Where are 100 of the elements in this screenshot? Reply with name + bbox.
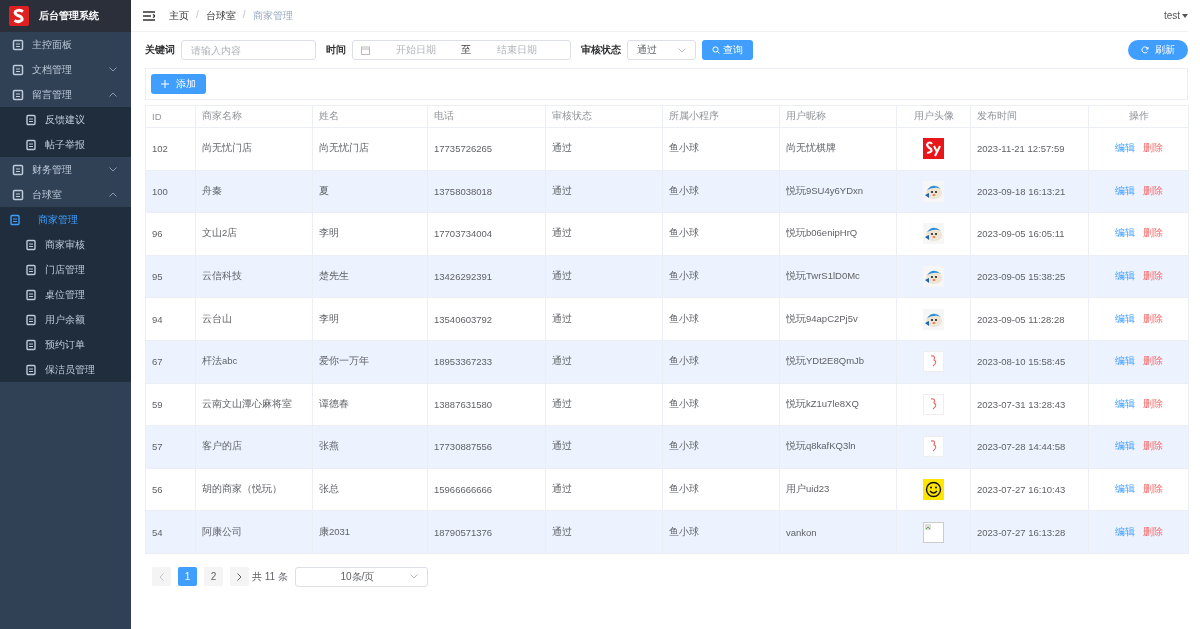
edit-link[interactable]: 编辑 xyxy=(1114,227,1135,239)
delete-link[interactable]: 删除 xyxy=(1142,184,1163,196)
column-header: 用户昵称 xyxy=(779,105,897,128)
submenu-item[interactable]: 门店管理 xyxy=(0,257,131,282)
table-cell: 通过 xyxy=(545,297,663,341)
edit-link[interactable]: 编辑 xyxy=(1114,440,1135,452)
table-cell: 17730887556 xyxy=(427,425,546,469)
table-cell: 18790571376 xyxy=(427,510,546,554)
delete-link[interactable]: 删除 xyxy=(1142,355,1163,367)
submenu-item[interactable]: 保洁员管理 xyxy=(0,357,131,382)
edit-link[interactable]: 编辑 xyxy=(1114,270,1135,282)
menu-item[interactable]: 留言管理 xyxy=(0,82,131,107)
menu-icon xyxy=(25,113,37,126)
table-cell: 鱼小球 xyxy=(662,170,780,213)
table-cell: 鱼小球 xyxy=(662,297,780,341)
search-button[interactable]: 查询 xyxy=(702,40,753,60)
menu-item[interactable]: 财务管理 xyxy=(0,157,131,182)
menu-icon xyxy=(25,238,37,251)
edit-link[interactable]: 编辑 xyxy=(1114,355,1135,367)
menu-icon xyxy=(12,38,24,51)
delete-link[interactable]: 删除 xyxy=(1142,312,1163,324)
breadcrumb-link[interactable]: 台球室 xyxy=(205,8,236,23)
edit-link[interactable]: 编辑 xyxy=(1114,142,1135,154)
menu-icon[interactable] xyxy=(143,10,155,21)
menu-icon xyxy=(25,363,37,376)
table-cell: 夏 xyxy=(312,170,428,213)
submenu-item[interactable]: 帖子举报 xyxy=(0,132,131,157)
table-cell: 通过 xyxy=(545,255,663,298)
submenu-item[interactable]: 用户余额 xyxy=(0,307,131,332)
add-button[interactable]: 添加 xyxy=(151,74,206,94)
column-header: 商家名称 xyxy=(195,105,313,128)
submenu-item[interactable]: 商家审核 xyxy=(0,232,131,257)
table-cell: 13540603792 xyxy=(427,297,546,341)
table-cell: 2023-08-10 15:58:45 xyxy=(970,340,1089,384)
page-button[interactable]: 1 xyxy=(178,567,197,587)
table-cell: 悦玩YDt2E8QmJb xyxy=(779,340,897,384)
table-cell: 96 xyxy=(145,212,196,256)
menu-item[interactable]: 台球室 xyxy=(0,182,131,207)
delete-link[interactable]: 删除 xyxy=(1142,440,1163,452)
edit-link[interactable]: 编辑 xyxy=(1114,483,1135,495)
caret-icon[interactable] xyxy=(1182,13,1188,18)
delete-link[interactable]: 删除 xyxy=(1142,525,1163,537)
date-range-field[interactable]: 开始日期 至 结束日期 xyxy=(352,40,571,60)
table-cell: 李明 xyxy=(312,297,428,341)
menu-icon xyxy=(12,88,24,101)
table-cell: 95 xyxy=(145,255,196,298)
delete-link[interactable]: 删除 xyxy=(1142,397,1163,409)
breadcrumb-separator: / xyxy=(242,8,246,22)
edit-link[interactable]: 编辑 xyxy=(1114,525,1135,537)
refresh-button[interactable]: 刷新 xyxy=(1128,40,1188,60)
menu-item[interactable]: 主控面板 xyxy=(0,32,131,57)
table-cell: 通过 xyxy=(545,170,663,213)
table-cell: 鱼小球 xyxy=(662,425,780,469)
table-cell: 鱼小球 xyxy=(662,383,780,426)
table-cell: 李明 xyxy=(312,212,428,256)
submenu-item[interactable]: 反馈建议 xyxy=(0,107,131,132)
column-header: 操作 xyxy=(1088,105,1189,128)
submenu-item[interactable]: 商家管理 xyxy=(0,207,87,232)
table-cell: 尚无忧门店 xyxy=(312,127,428,171)
table-cell: 13758038018 xyxy=(427,170,546,213)
refresh-icon xyxy=(1141,46,1149,54)
user-name[interactable]: test xyxy=(1163,10,1180,21)
delete-link[interactable]: 删除 xyxy=(1142,142,1163,154)
table-cell: 94 xyxy=(145,297,196,341)
column-header: 审核状态 xyxy=(545,105,663,128)
submenu-item[interactable]: 预约订单 xyxy=(0,332,131,357)
table-cell: 鱼小球 xyxy=(662,468,780,511)
table-cell: 通过 xyxy=(545,340,663,384)
submenu-item[interactable]: 桌位管理 xyxy=(0,282,131,307)
delete-link[interactable]: 删除 xyxy=(1142,270,1163,282)
menu-icon xyxy=(12,188,24,201)
table-cell: 2023-09-05 15:38:25 xyxy=(970,255,1089,298)
table-cell: 鱼小球 xyxy=(662,510,780,554)
column-header: 发布时间 xyxy=(970,105,1089,128)
filter-label: 关键词 xyxy=(145,43,175,57)
breadcrumb-link[interactable]: 主页 xyxy=(169,8,189,23)
page-size-select[interactable]: 10条/页 xyxy=(294,566,428,587)
table-cell: 2023-07-28 14:44:58 xyxy=(970,425,1089,469)
delete-link[interactable]: 删除 xyxy=(1142,227,1163,239)
edit-link[interactable]: 编辑 xyxy=(1114,312,1135,324)
calendar-icon xyxy=(361,45,370,55)
edit-link[interactable]: 编辑 xyxy=(1114,184,1135,196)
menu-item[interactable]: 文档管理 xyxy=(0,57,131,82)
delete-link[interactable]: 删除 xyxy=(1142,483,1163,495)
table-cell: 楚先生 xyxy=(312,255,428,298)
table-cell: 通过 xyxy=(545,127,663,171)
keyword-field[interactable]: 请输入内容 xyxy=(181,40,316,60)
menu-icon xyxy=(25,263,37,276)
total-count: 共 11 条 xyxy=(252,569,288,584)
table-cell: 尚无忧棋牌 xyxy=(779,127,897,171)
chevron-right-icon xyxy=(237,572,242,581)
table-cell: 文山2店 xyxy=(195,212,313,256)
table-cell: 鱼小球 xyxy=(662,340,780,384)
status-select[interactable]: 通过 xyxy=(627,40,696,60)
table-cell: 张总 xyxy=(312,468,428,511)
edit-link[interactable]: 编辑 xyxy=(1114,397,1135,409)
table-cell: 通过 xyxy=(545,383,663,426)
table-cell: 客户的店 xyxy=(195,425,313,469)
page-button[interactable]: 2 xyxy=(204,567,223,587)
search-icon xyxy=(712,46,720,54)
